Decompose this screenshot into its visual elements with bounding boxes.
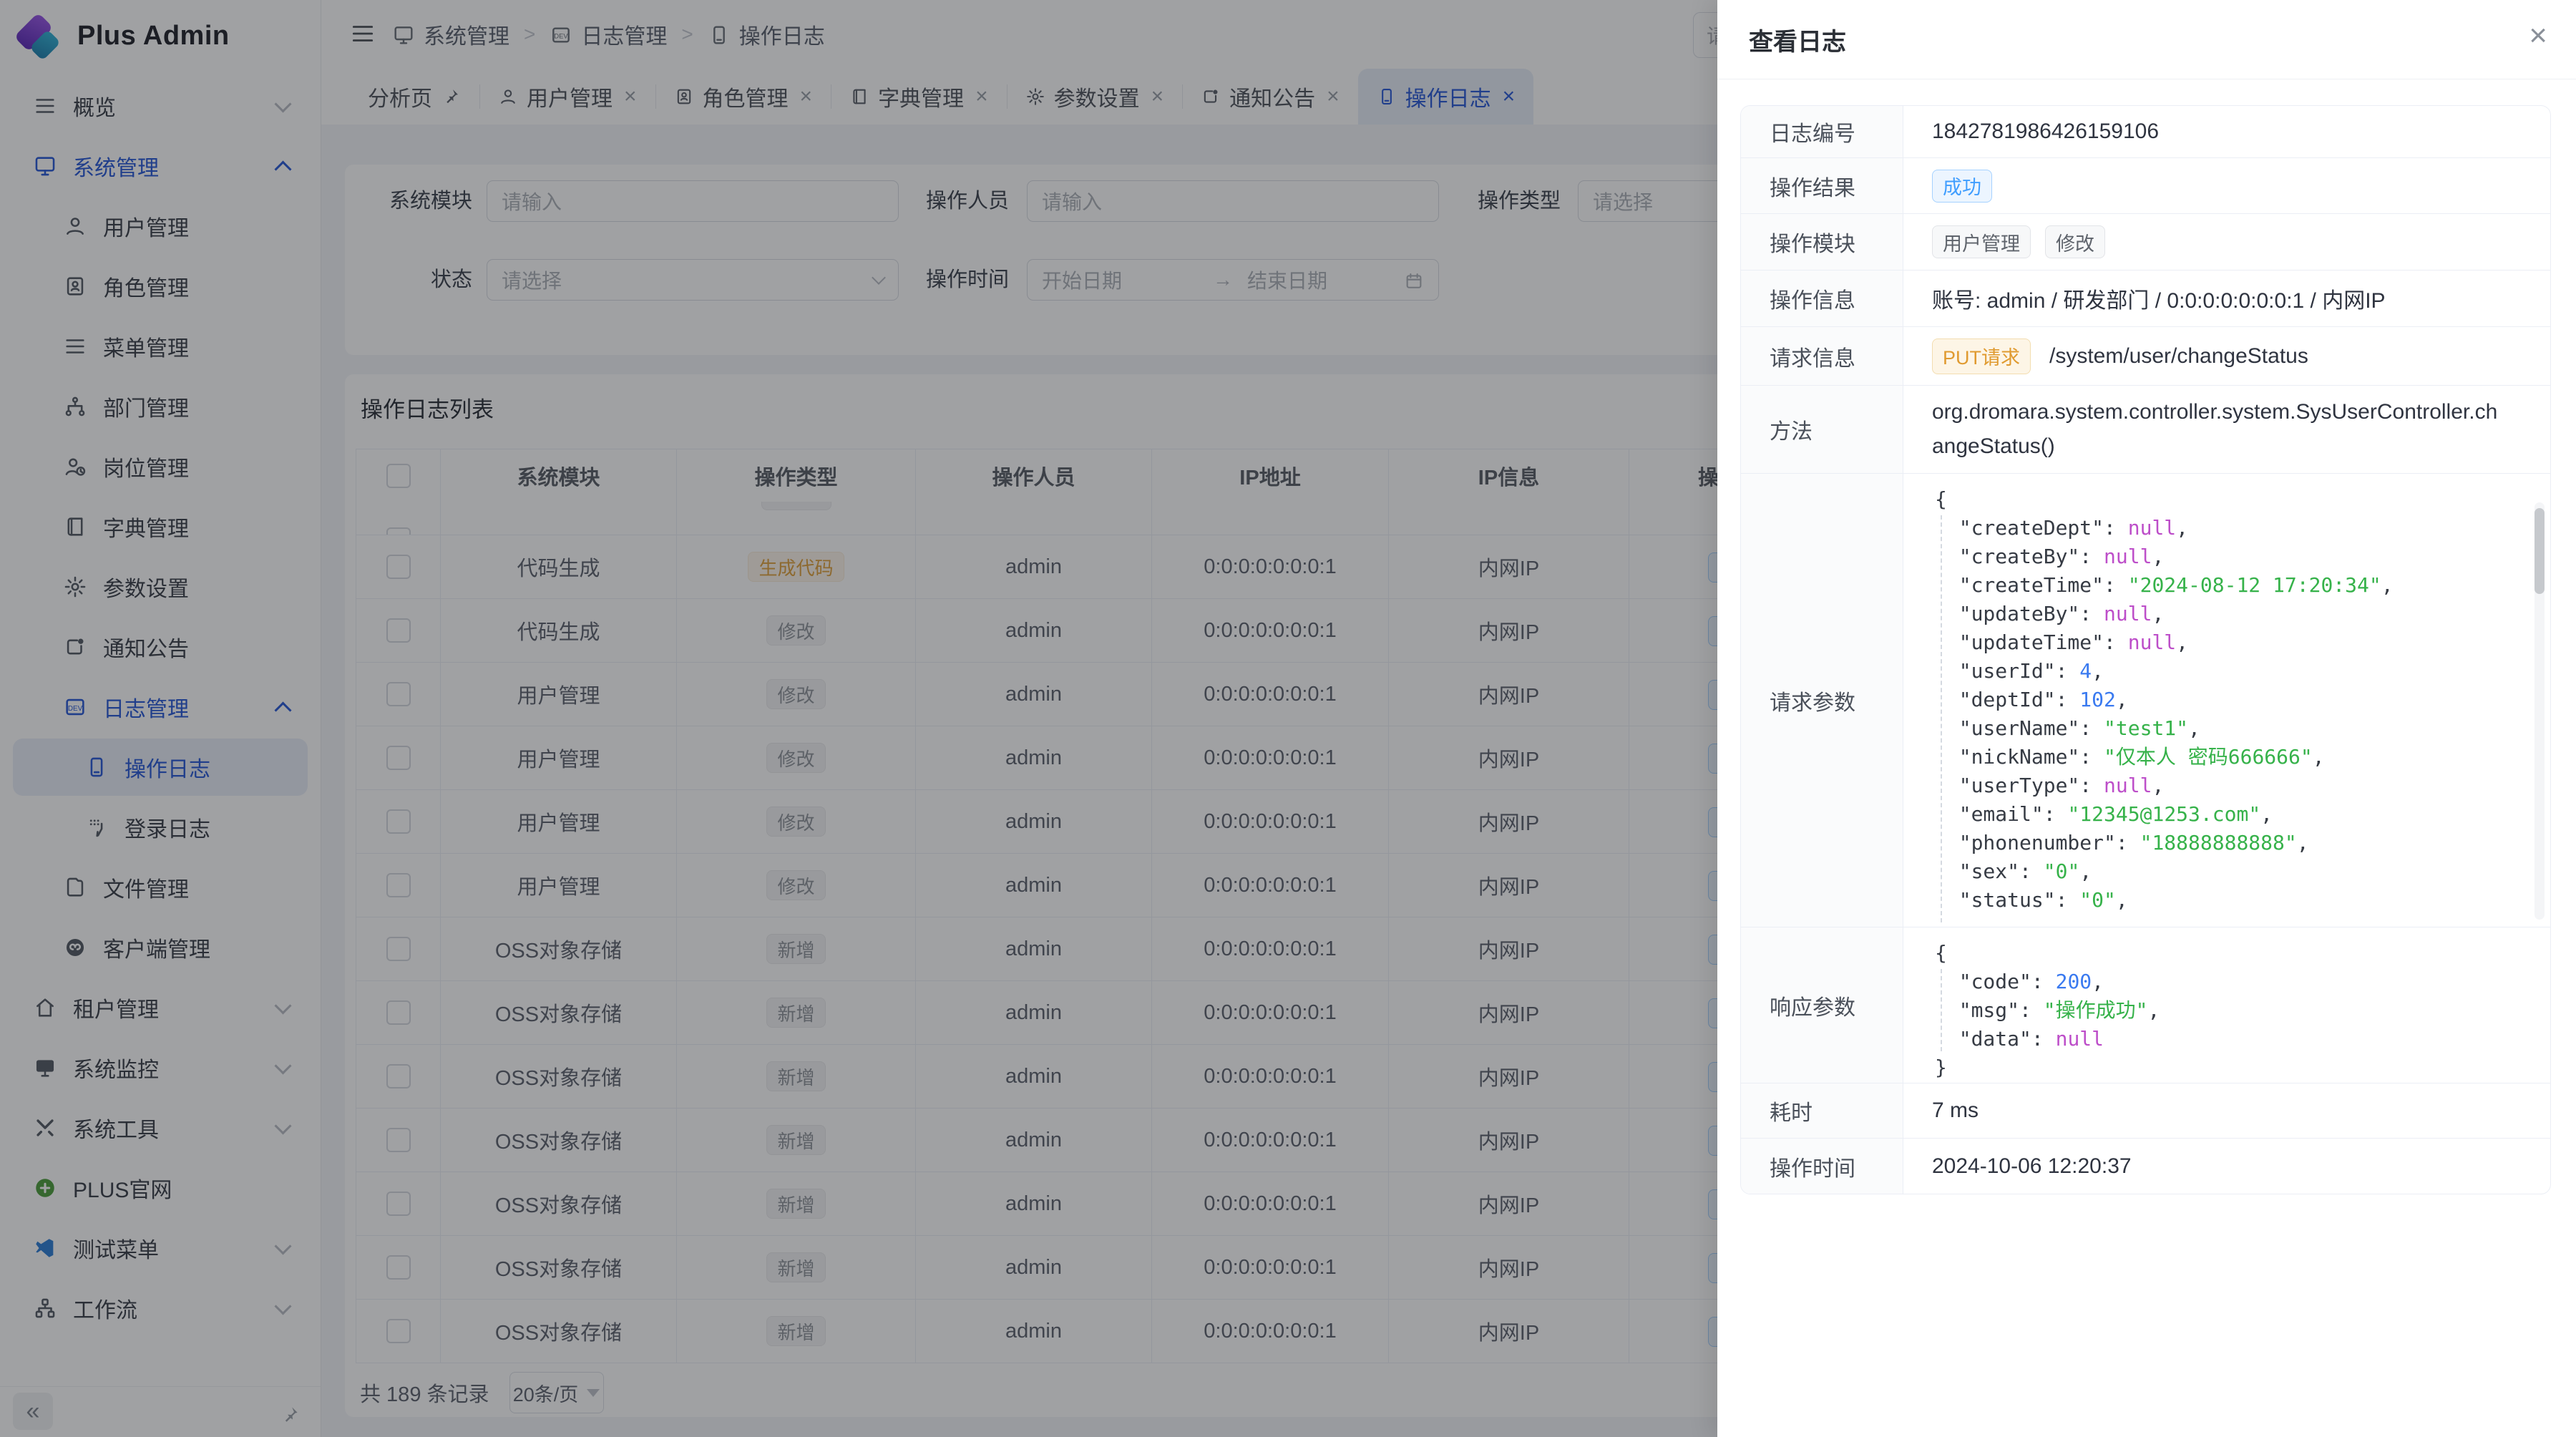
log-detail-table: 日志编号 1842781986426159106 操作结果 成功 操作模块 用户…: [1740, 105, 2551, 1194]
log-detail-drawer: 查看日志 × 日志编号 1842781986426159106 操作结果 成功 …: [1717, 0, 2576, 1437]
request-url: /system/user/changeStatus: [2049, 344, 2308, 369]
indent-guide: [1941, 515, 1942, 922]
detail-row-method: 方法 org.dromara.system.controller.system.…: [1741, 386, 2550, 474]
detail-row-time: 操作时间 2024-10-06 12:20:37: [1741, 1139, 2550, 1194]
detail-row-log-id: 日志编号 1842781986426159106: [1741, 106, 2550, 158]
drawer-header: 查看日志 ×: [1717, 0, 2576, 79]
response-params-code: { "code": 200, "msg": "操作成功", "data": nu…: [1903, 927, 2550, 1083]
log-id-value: 1842781986426159106: [1903, 106, 2550, 157]
detail-row-duration: 耗时 7 ms: [1741, 1083, 2550, 1139]
module-tag: 用户管理: [1932, 225, 2031, 258]
close-icon[interactable]: ×: [2529, 20, 2547, 52]
result-tag: 成功: [1932, 170, 1992, 203]
drawer-title: 查看日志: [1749, 0, 1846, 79]
duration-value: 7 ms: [1903, 1083, 2550, 1138]
operate-time-value: 2024-10-06 12:20:37: [1903, 1139, 2550, 1194]
detail-row-request: 请求信息 PUT请求 /system/user/changeStatus: [1741, 327, 2550, 386]
operation-info-value: 账号: admin / 研发部门 / 0:0:0:0:0:0:0:1 / 内网I…: [1903, 271, 2550, 326]
detail-row-request-params: 请求参数 { "createDept": null, "createBy": n…: [1741, 474, 2550, 927]
detail-row-response-params: 响应参数 { "code": 200, "msg": "操作成功", "data…: [1741, 927, 2550, 1083]
drawer-mask[interactable]: [0, 0, 1717, 1437]
scrollbar-thumb[interactable]: [2534, 508, 2545, 594]
detail-row-info: 操作信息 账号: admin / 研发部门 / 0:0:0:0:0:0:0:1 …: [1741, 271, 2550, 327]
method-value: org.dromara.system.controller.system.Sys…: [1932, 385, 2522, 474]
indent-guide: [1941, 969, 1942, 1051]
request-params-code[interactable]: { "createDept": null, "createBy": null, …: [1903, 474, 2550, 927]
action-tag: 修改: [2045, 225, 2105, 258]
http-method-tag: PUT请求: [1932, 338, 2031, 374]
detail-row-result: 操作结果 成功: [1741, 158, 2550, 214]
app: Plus Admin 概览系统管理用户管理角色管理菜单管理部门管理岗位管理字典管…: [0, 0, 2576, 1437]
detail-row-module: 操作模块 用户管理 修改: [1741, 214, 2550, 271]
